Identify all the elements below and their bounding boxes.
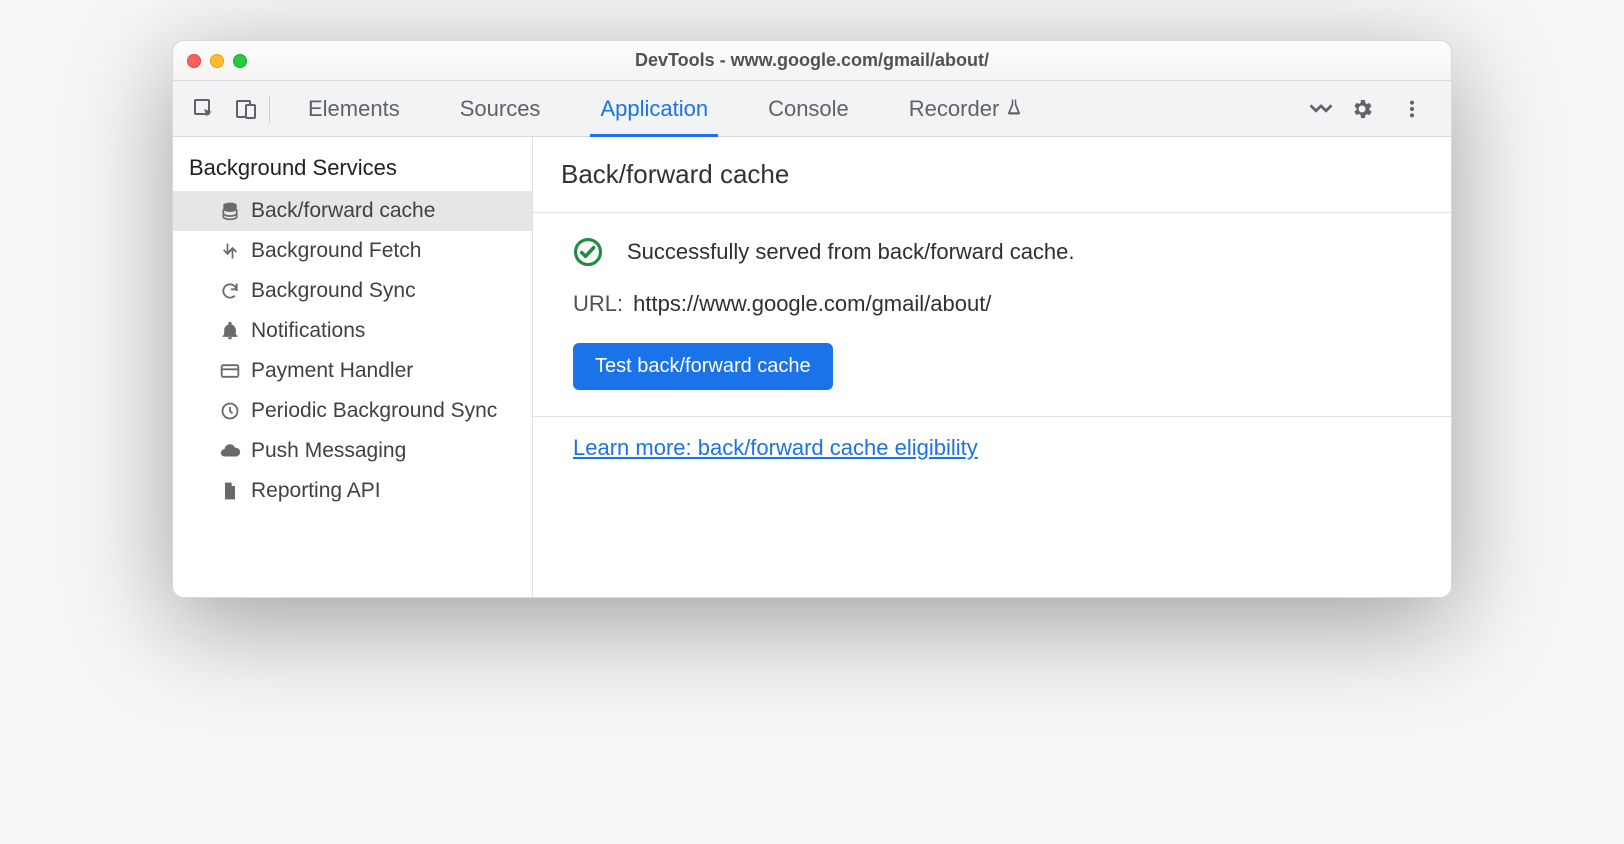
sidebar-item-background-sync[interactable]: Background Sync xyxy=(173,271,532,311)
tab-elements[interactable]: Elements xyxy=(278,81,430,136)
learn-more-link[interactable]: Learn more: back/forward cache eligibili… xyxy=(573,435,978,460)
kebab-menu-icon[interactable] xyxy=(1391,88,1433,130)
cloud-icon xyxy=(219,440,241,462)
tab-label: Recorder xyxy=(909,96,999,122)
close-window-button[interactable] xyxy=(187,54,201,68)
success-check-icon xyxy=(573,237,603,267)
learn-more-section: Learn more: back/forward cache eligibili… xyxy=(533,417,1451,485)
sidebar-item-label: Notifications xyxy=(251,319,365,343)
traffic-lights xyxy=(187,54,247,68)
flask-icon xyxy=(1005,96,1023,122)
file-icon xyxy=(219,480,241,502)
panel-body: Background Services Back/forward cache B… xyxy=(173,137,1451,597)
sync-icon xyxy=(219,280,241,302)
window-title: DevTools - www.google.com/gmail/about/ xyxy=(635,50,989,71)
bell-icon xyxy=(219,320,241,342)
clock-icon xyxy=(219,400,241,422)
sidebar-item-label: Push Messaging xyxy=(251,439,406,463)
main-panel: Back/forward cache Successfully served f… xyxy=(533,137,1451,597)
minimize-window-button[interactable] xyxy=(210,54,224,68)
more-tabs-icon[interactable] xyxy=(1301,98,1341,120)
test-bfcache-button[interactable]: Test back/forward cache xyxy=(573,343,833,390)
sidebar-item-periodic-sync[interactable]: Periodic Background Sync xyxy=(173,391,532,431)
sidebar-item-bfcache[interactable]: Back/forward cache xyxy=(173,191,532,231)
database-icon xyxy=(219,200,241,222)
sidebar: Background Services Back/forward cache B… xyxy=(173,137,533,597)
tab-application[interactable]: Application xyxy=(570,81,738,136)
devtools-toolbar: Elements Sources Application Console Rec… xyxy=(173,81,1451,137)
fetch-icon xyxy=(219,240,241,262)
sidebar-item-push-messaging[interactable]: Push Messaging xyxy=(173,431,532,471)
tab-sources[interactable]: Sources xyxy=(430,81,571,136)
sidebar-section-header: Background Services xyxy=(173,155,532,191)
settings-icon[interactable] xyxy=(1341,88,1383,130)
tab-console[interactable]: Console xyxy=(738,81,879,136)
bfcache-status-section: Successfully served from back/forward ca… xyxy=(533,213,1451,416)
url-value: https://www.google.com/gmail/about/ xyxy=(633,291,991,317)
sidebar-item-label: Reporting API xyxy=(251,479,381,503)
sidebar-item-reporting-api[interactable]: Reporting API xyxy=(173,471,532,511)
sidebar-item-label: Payment Handler xyxy=(251,359,413,383)
sidebar-item-notifications[interactable]: Notifications xyxy=(173,311,532,351)
tab-label: Console xyxy=(768,96,849,122)
zoom-window-button[interactable] xyxy=(233,54,247,68)
sidebar-item-label: Background Sync xyxy=(251,279,416,303)
sidebar-item-payment-handler[interactable]: Payment Handler xyxy=(173,351,532,391)
devtools-window: DevTools - www.google.com/gmail/about/ E… xyxy=(172,40,1452,598)
tab-label: Elements xyxy=(308,96,400,122)
card-icon xyxy=(219,360,241,382)
sidebar-item-label: Back/forward cache xyxy=(251,199,435,223)
tab-label: Application xyxy=(600,96,708,122)
tab-label: Sources xyxy=(460,96,541,122)
window-titlebar: DevTools - www.google.com/gmail/about/ xyxy=(173,41,1451,81)
status-row: Successfully served from back/forward ca… xyxy=(573,237,1417,267)
url-row: URL: https://www.google.com/gmail/about/ xyxy=(573,291,1417,317)
sidebar-item-label: Background Fetch xyxy=(251,239,421,263)
url-label: URL: xyxy=(573,291,623,317)
device-toolbar-icon[interactable] xyxy=(225,88,267,130)
toolbar-separator xyxy=(269,95,270,123)
sidebar-item-background-fetch[interactable]: Background Fetch xyxy=(173,231,532,271)
panel-title: Back/forward cache xyxy=(533,137,1451,213)
devtools-tabs: Elements Sources Application Console Rec… xyxy=(278,81,1053,136)
inspect-element-icon[interactable] xyxy=(183,88,225,130)
tab-recorder[interactable]: Recorder xyxy=(879,81,1053,136)
status-message: Successfully served from back/forward ca… xyxy=(627,239,1075,265)
sidebar-item-label: Periodic Background Sync xyxy=(251,399,497,423)
